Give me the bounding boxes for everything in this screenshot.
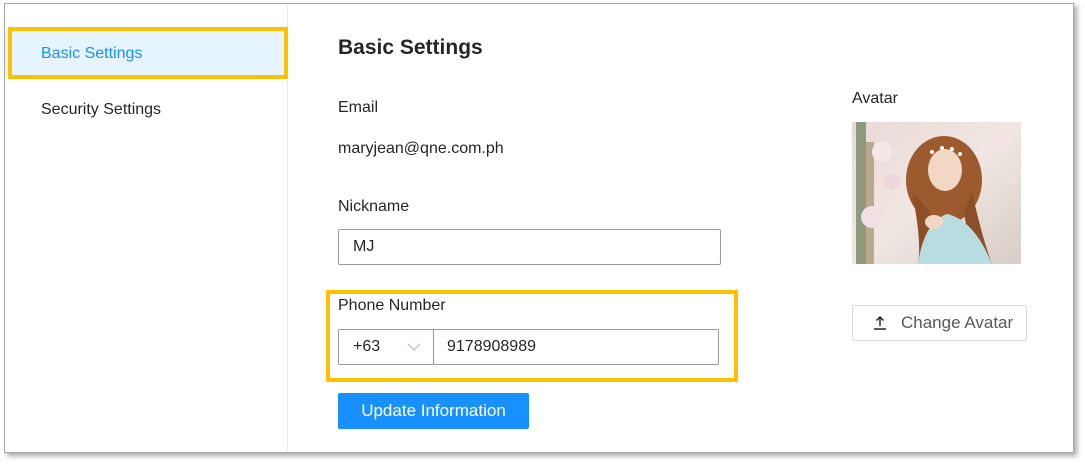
change-avatar-label: Change Avatar <box>901 313 1014 332</box>
sidebar-item-label: Security Settings <box>41 101 162 118</box>
sidebar-item-security-settings[interactable]: Security Settings <box>5 86 287 134</box>
nickname-label: Nickname <box>338 198 410 215</box>
country-code-select[interactable]: +63 <box>338 329 434 365</box>
sidebar-item-basic-settings[interactable]: Basic Settings <box>5 30 287 78</box>
phone-number-input[interactable]: 9178908989 <box>433 329 719 365</box>
change-avatar-button[interactable]: Change Avatar <box>852 305 1027 341</box>
country-code-value: +63 <box>353 338 381 355</box>
phone-number-value: 9178908989 <box>447 338 536 355</box>
update-information-button[interactable]: Update Information <box>338 393 529 429</box>
upload-icon <box>874 316 886 330</box>
nickname-input[interactable]: MJ <box>338 229 721 265</box>
main-content: Basic Settings Email maryjean@qne.com.ph… <box>288 4 1073 452</box>
page-title: Basic Settings <box>338 36 483 59</box>
phone-number-label: Phone Number <box>338 297 446 314</box>
settings-sidebar: Basic Settings Security Settings <box>5 4 288 452</box>
settings-window: Basic Settings Security Settings Basic S… <box>4 3 1074 453</box>
avatar-label: Avatar <box>852 90 898 107</box>
email-value: maryjean@qne.com.ph <box>338 140 504 157</box>
email-label: Email <box>338 99 379 116</box>
nickname-value: MJ <box>353 238 375 255</box>
avatar-image <box>852 122 1021 264</box>
sidebar-item-label: Basic Settings <box>41 45 143 62</box>
chevron-down-icon <box>407 330 421 377</box>
